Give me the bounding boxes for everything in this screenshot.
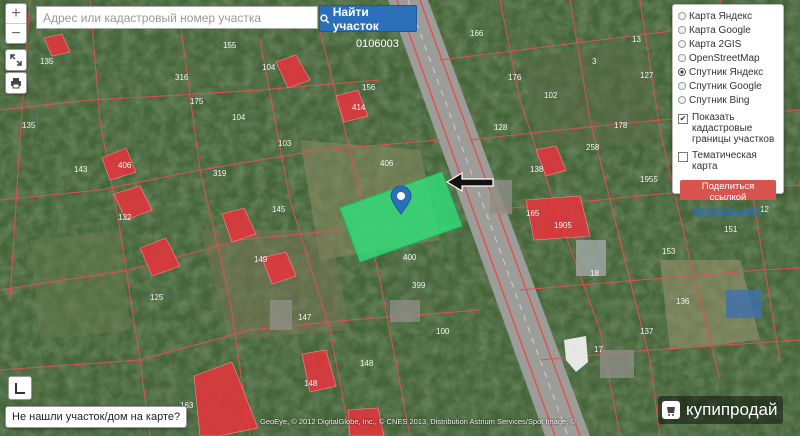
parcel-label: 132: [118, 213, 132, 222]
parcel-label: 135: [40, 57, 54, 66]
layer-label: Спутник Яндекс: [689, 66, 764, 78]
parcel-label: 258: [586, 143, 600, 152]
parcel-label: 3: [592, 57, 597, 66]
thematic-map-checkbox[interactable]: Тематическая карта: [678, 150, 778, 172]
parcel-label: 135: [22, 121, 36, 130]
radio-icon: [678, 54, 686, 62]
expand-icon: [10, 54, 22, 66]
layer-label: OpenStreetMap: [689, 52, 760, 64]
parcel-label: 1955: [640, 175, 658, 184]
find-parcel-label: Найти участок: [332, 4, 379, 33]
parcel-label: 104: [232, 113, 246, 122]
parcel-label: 151: [724, 225, 738, 234]
parcel-label: 166: [470, 29, 484, 38]
checkbox-checked-icon: ✔: [678, 114, 688, 124]
layer-label: Карта Google: [689, 24, 751, 36]
layer-option-google-satellite[interactable]: Спутник Google: [678, 79, 778, 93]
parcel-label: 175: [190, 97, 204, 106]
parcel-label: 127: [640, 71, 654, 80]
parcel-label: 414: [352, 103, 366, 112]
radio-icon: [678, 12, 686, 20]
parcel-label: 128: [494, 123, 508, 132]
parcel-label: 100: [436, 327, 450, 336]
search-icon: [320, 13, 330, 23]
layer-option-openstreetmap[interactable]: OpenStreetMap: [678, 51, 778, 65]
parcel-label: 178: [614, 121, 628, 130]
layer-option-yandex-map[interactable]: Карта Яндекс: [678, 9, 778, 23]
parcel-label: 319: [213, 169, 227, 178]
map-copyright: GeoEye, © 2012 DigitalGlobe, Inc., © CNE…: [260, 417, 576, 426]
radio-icon: [678, 26, 686, 34]
radio-icon: [678, 40, 686, 48]
share-link-button[interactable]: Поделиться ссылкой: [680, 180, 776, 203]
parcel-label: 17: [594, 345, 603, 354]
layer-option-2gis-map[interactable]: Карта 2GIS: [678, 37, 778, 51]
parcel-label: 155: [223, 41, 237, 50]
parcel-label: 147: [298, 313, 312, 322]
checkbox-icon: [678, 152, 688, 162]
parcel-label: 138: [530, 165, 544, 174]
fullscreen-button[interactable]: [5, 49, 27, 71]
parcel-label: 316: [175, 73, 189, 82]
zoom-out-button[interactable]: −: [6, 23, 26, 43]
kupiprodai-logo-icon: [662, 401, 680, 419]
cadastral-quarter-label: 0106003: [356, 38, 399, 50]
parcel-label: 102: [544, 91, 558, 100]
parcel-label: 153: [662, 247, 676, 256]
parcel-label: 143: [74, 165, 88, 174]
parcel-label: 18: [590, 269, 599, 278]
show-cadastral-checkbox[interactable]: ✔ Показать кадастровые границы участков: [678, 112, 778, 145]
parcel-label: 165: [526, 209, 540, 218]
watermark-text: купипродай: [686, 400, 778, 419]
parcel-label: 104: [262, 63, 276, 72]
parcel-label: 145: [272, 205, 286, 214]
parcel-label: 400: [403, 253, 417, 262]
parcel-label: 176: [508, 73, 522, 82]
legend-button[interactable]: [8, 376, 32, 400]
layer-label: Карта Яндекс: [689, 10, 753, 22]
parcel-label: 137: [640, 327, 654, 336]
layer-option-bing-satellite[interactable]: Спутник Bing: [678, 93, 778, 107]
parcel-label: 406: [380, 159, 394, 168]
parcel-label: 148: [304, 379, 318, 388]
parcel-label: 148: [360, 359, 374, 368]
show-cadastral-label: Показать кадастровые границы участков: [692, 112, 775, 145]
parcel-label: 1905: [554, 221, 572, 230]
watermark: купипродай: [658, 396, 784, 424]
printer-icon: [11, 78, 21, 89]
parcel-label: 136: [676, 297, 690, 306]
parcel-label: 149: [254, 255, 268, 264]
layer-option-google-map[interactable]: Карта Google: [678, 23, 778, 37]
map-layers-panel: Карта Яндекс Карта Google Карта 2GIS Ope…: [672, 4, 784, 215]
zoom-control: + −: [5, 3, 27, 44]
radio-icon: [678, 82, 686, 90]
configure-map-link[interactable]: Настроить карту: [678, 205, 778, 215]
find-parcel-button[interactable]: Найти участок: [319, 4, 417, 33]
search-input[interactable]: [36, 6, 318, 29]
legend-icon: [15, 383, 25, 394]
parcel-label: 399: [412, 281, 426, 290]
radio-selected-icon: [678, 68, 686, 76]
layer-label: Карта 2GIS: [689, 38, 742, 50]
parcel-label: 125: [150, 293, 164, 302]
radio-icon: [678, 96, 686, 104]
not-found-button[interactable]: Не нашли участок/дом на карте?: [5, 406, 188, 428]
parcel-label: 13: [632, 35, 641, 44]
parcel-label: 103: [278, 139, 292, 148]
layer-option-yandex-satellite[interactable]: Спутник Яндекс: [678, 65, 778, 79]
zoom-in-button[interactable]: +: [6, 4, 26, 23]
layer-label: Спутник Google: [689, 80, 762, 92]
thematic-map-label: Тематическая карта: [692, 150, 757, 172]
print-button[interactable]: [5, 72, 27, 94]
parcel-label: 406: [118, 161, 132, 170]
layer-label: Спутник Bing: [689, 94, 750, 106]
parcel-label: 156: [362, 83, 376, 92]
